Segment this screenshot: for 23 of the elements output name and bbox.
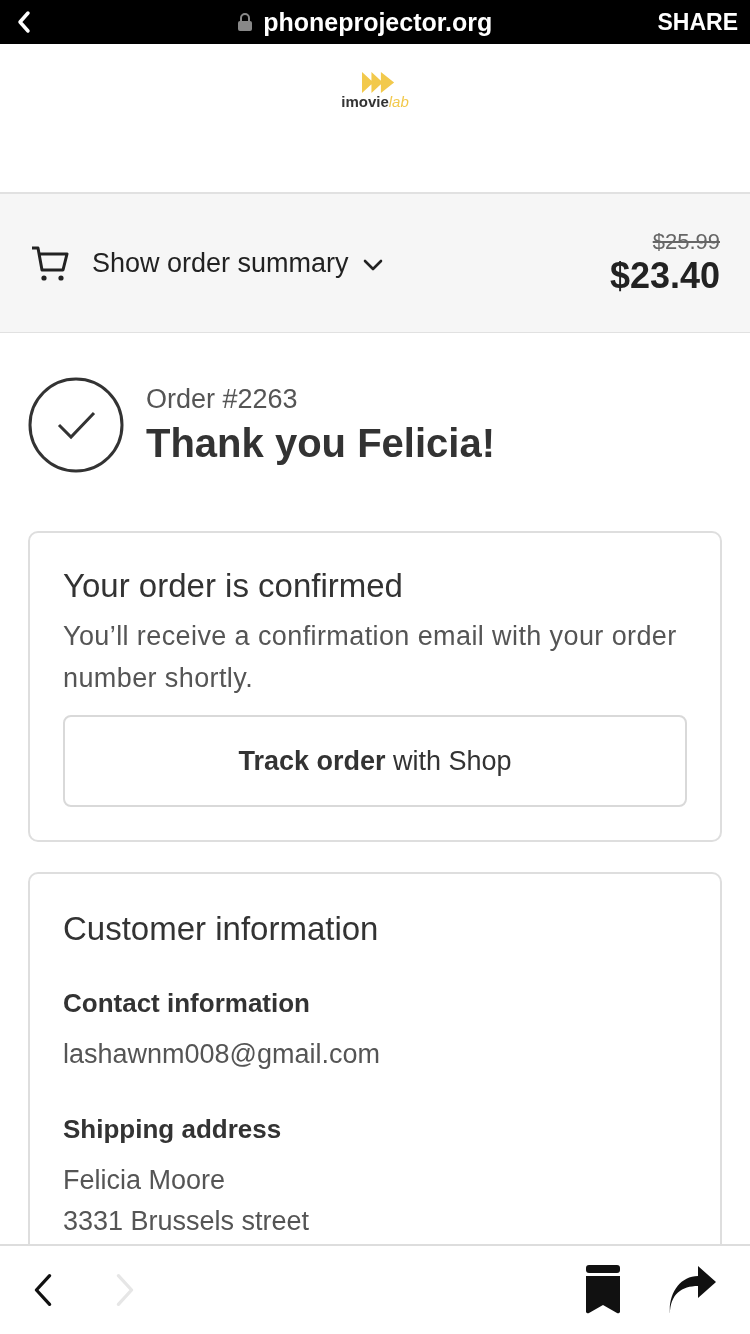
original-price: $25.99 (652, 229, 720, 255)
info-text: lashawnm008@gmail.com (63, 1039, 381, 1070)
confirmation-message: You’ll receive a confirmation email with your order number shortly. (63, 620, 678, 695)
thank-you-heading: Thank you Felicia! (146, 421, 495, 466)
logo-icon (362, 72, 396, 93)
card-title: Your order is confirmed (63, 567, 403, 605)
order-summary-toggle[interactable]: Show order summary (30, 243, 383, 283)
info-text: Felicia Moore (63, 1165, 227, 1196)
section-heading: Shipping address (63, 1114, 282, 1145)
back-icon[interactable] (32, 1271, 54, 1309)
page-url[interactable]: phoneprojector.org (263, 7, 493, 37)
track-order-button[interactable]: Track order with Shop (63, 715, 687, 807)
lock-icon (237, 12, 254, 32)
logo-text: imovielab (341, 93, 409, 110)
order-number: Order #2263 (146, 384, 299, 415)
total-price: $23.40 (609, 255, 720, 297)
bookmark-icon[interactable] (586, 1265, 620, 1315)
info-text: 3331 Brussels street (63, 1206, 310, 1237)
share-button[interactable]: SHARE (657, 8, 738, 36)
checkmark-icon (28, 377, 124, 473)
back-icon[interactable] (16, 10, 32, 34)
section-heading: Contact information (63, 988, 310, 1019)
card-title: Customer information (63, 910, 379, 948)
